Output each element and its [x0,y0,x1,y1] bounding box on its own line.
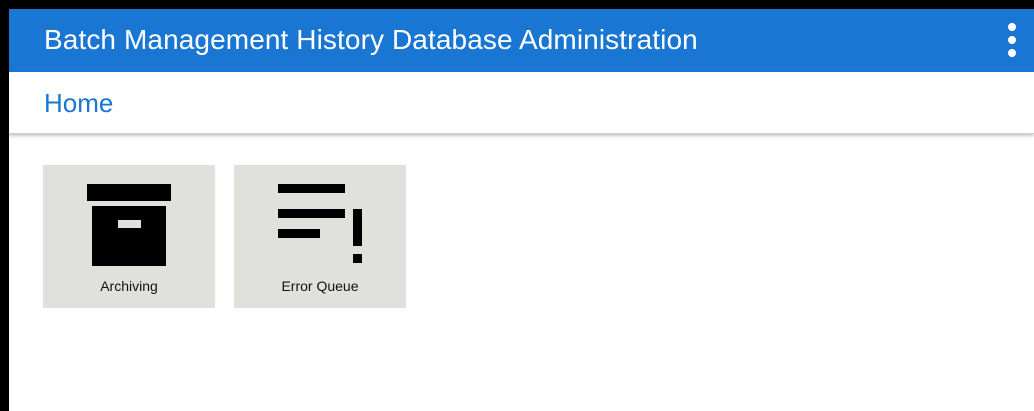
error-queue-tile-label: Error Queue [281,278,359,294]
breadcrumb-home[interactable]: Home [44,88,113,118]
archiving-tile-label: Archiving [100,278,158,294]
more-vert-icon[interactable] [1002,21,1022,59]
app-title: Batch Management History Database Admini… [44,24,698,55]
app-bar: Batch Management History Database Admini… [9,9,1034,72]
archiving-tile[interactable]: Archiving [43,165,215,308]
breadcrumb-bar: Home [9,72,1034,134]
app-window: Batch Management History Database Admini… [9,9,1034,411]
error-queue-tile[interactable]: Error Queue [234,165,406,308]
